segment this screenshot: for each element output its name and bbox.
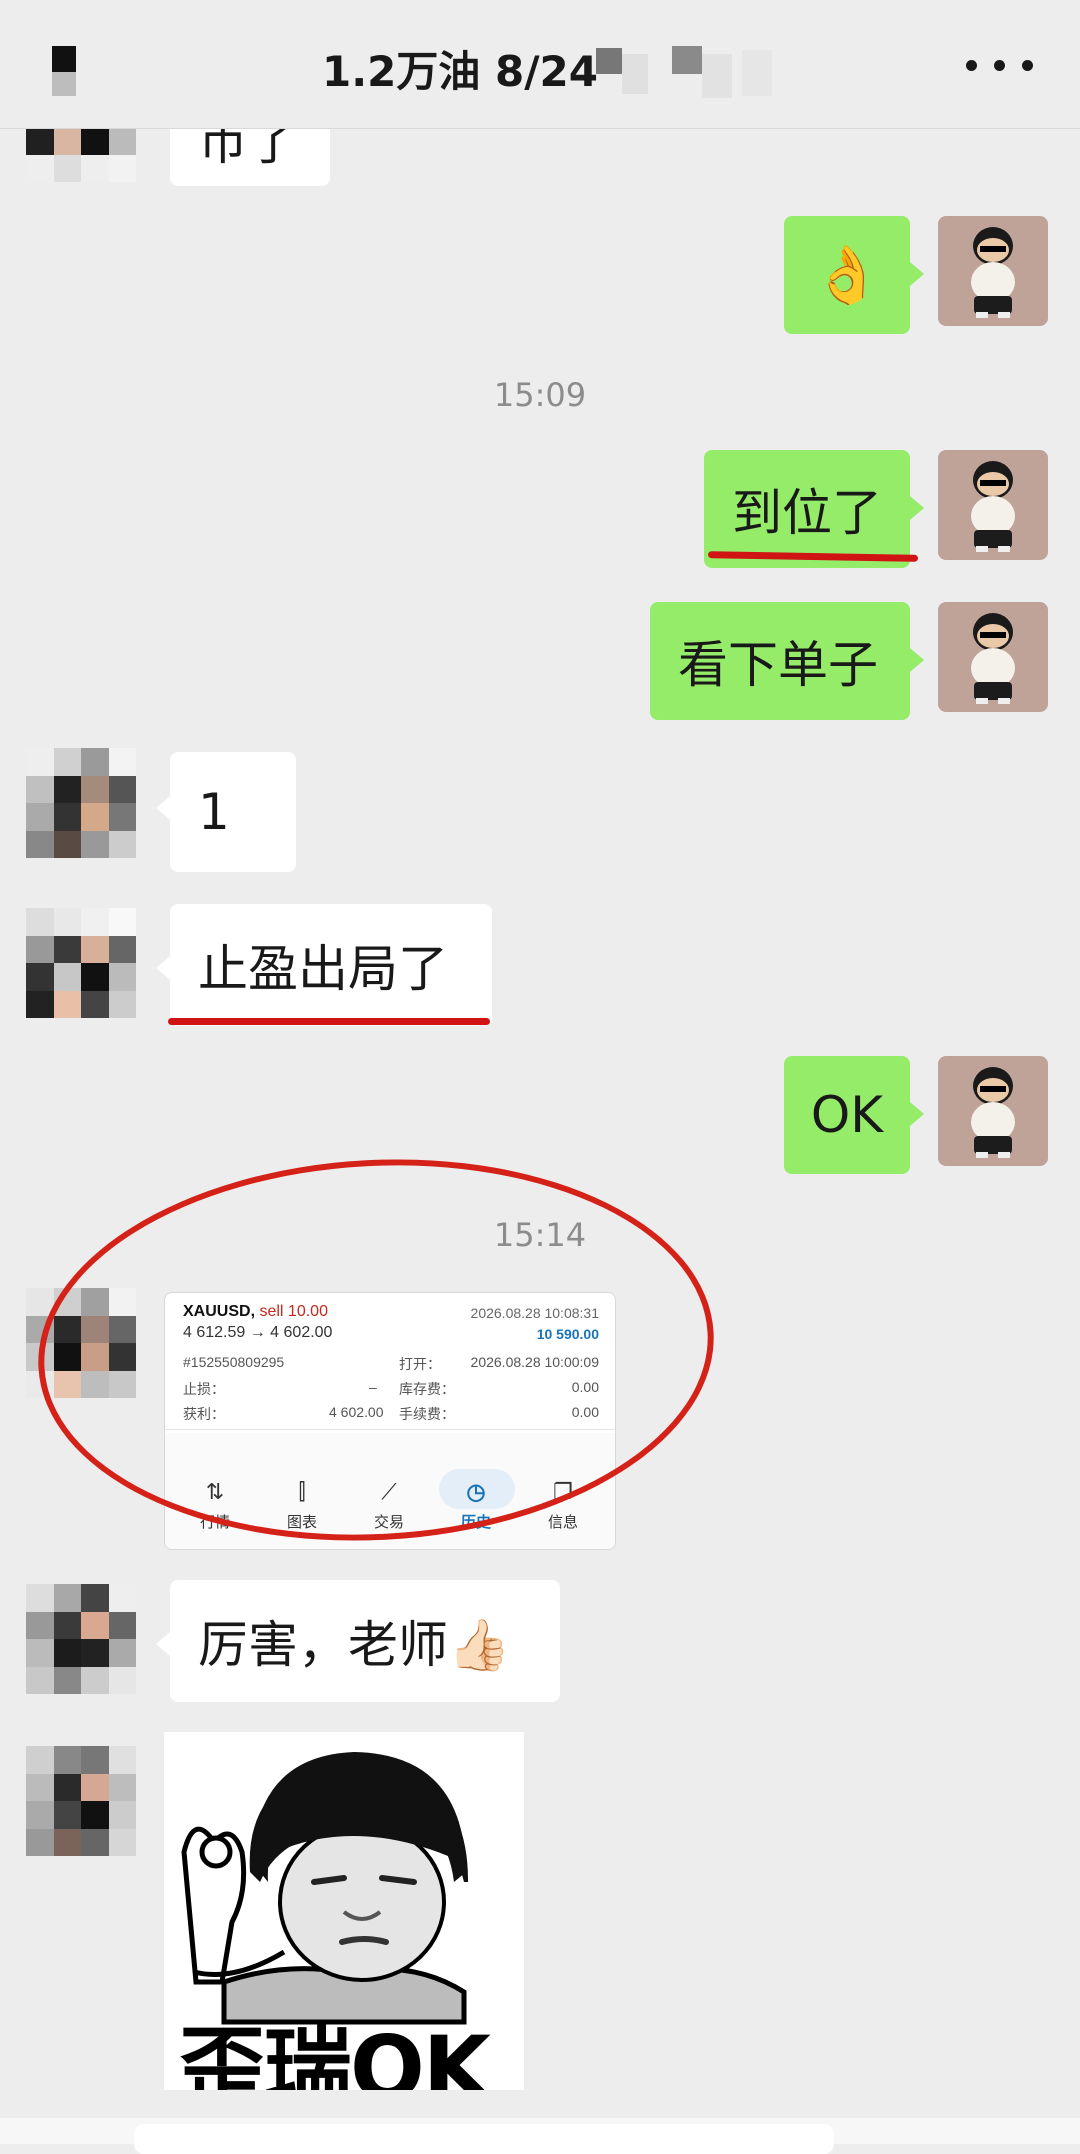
red-circle-annotation <box>28 1142 724 1558</box>
message-text: 1 <box>198 783 230 841</box>
message-bubble-out[interactable]: 到位了 <box>704 450 910 568</box>
message-bubble-in[interactable]: 1 <box>170 752 296 872</box>
message-text: 到位了 <box>732 484 882 542</box>
my-avatar[interactable] <box>938 1056 1048 1166</box>
message-bubble-in[interactable]: 止盈出局了 <box>170 904 492 1026</box>
sticker-caption: 歪瑞OK <box>178 2017 491 2090</box>
my-avatar[interactable] <box>938 216 1048 326</box>
contact-avatar[interactable] <box>26 908 136 1018</box>
message-text: 止盈出局了 <box>198 940 448 998</box>
red-underline-annotation <box>168 1018 490 1025</box>
my-avatar[interactable] <box>938 602 1048 712</box>
message-bubble-out[interactable]: 看下单子 <box>650 602 910 720</box>
more-options-icon[interactable] <box>966 44 1040 84</box>
contact-avatar[interactable] <box>26 748 136 858</box>
contact-avatar[interactable] <box>26 1584 136 1694</box>
message-bubble-in[interactable]: 厉害，老师👍🏻 <box>170 1580 560 1702</box>
ok-hand-emoji: 👌 <box>812 243 882 308</box>
message-text: OK <box>810 1086 884 1144</box>
timestamp: 15:09 <box>493 376 587 414</box>
my-avatar[interactable] <box>938 450 1048 560</box>
message-bubble-out[interactable]: 👌 <box>784 216 910 334</box>
message-text: 厉害，老师👍🏻 <box>198 1616 511 1674</box>
message-bubble-out[interactable]: OK <box>784 1056 910 1174</box>
message-text: 看下单子 <box>678 636 878 694</box>
message-input[interactable] <box>134 2124 834 2154</box>
meme-sticker[interactable]: 歪瑞OK <box>164 1732 524 2090</box>
title-blur <box>592 44 792 100</box>
input-bar[interactable] <box>0 2118 1080 2154</box>
contact-avatar[interactable] <box>26 1746 136 1856</box>
